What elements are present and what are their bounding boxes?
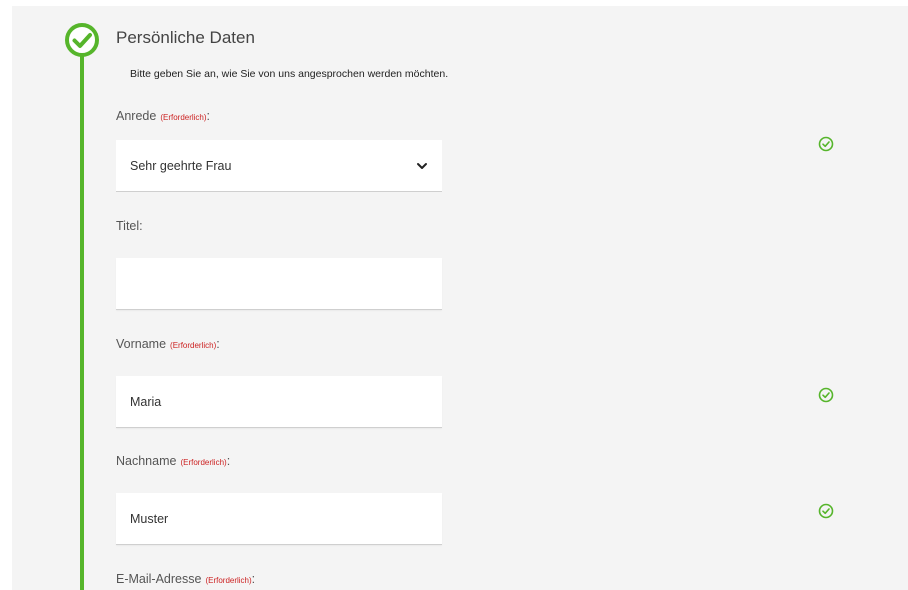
anrede-label-text: Anrede — [116, 109, 157, 123]
vorname-input[interactable] — [116, 376, 442, 428]
nachname-required-hint: (Erforderlich) — [180, 458, 227, 467]
section-description: Bitte geben Sie an, wie Sie von uns ange… — [130, 68, 449, 80]
step-progress-line — [80, 54, 84, 590]
nachname-label: Nachname (Erforderlich): — [116, 454, 230, 468]
anrede-valid-check-icon — [818, 136, 834, 152]
step-complete-check-icon — [65, 23, 99, 57]
email-required-hint: (Erforderlich) — [205, 576, 252, 585]
section-title: Persönliche Daten — [116, 28, 255, 47]
vorname-label: Vorname (Erforderlich): — [116, 337, 220, 351]
vorname-required-hint: (Erforderlich) — [170, 341, 217, 350]
anrede-label: Anrede (Erforderlich): — [116, 109, 210, 123]
anrede-label-colon: : — [206, 109, 211, 123]
titel-label: Titel: — [116, 219, 143, 233]
email-label: E-Mail-Adresse (Erforderlich): — [116, 572, 255, 586]
anrede-selected-value: Sehr geehrte Frau — [130, 158, 232, 173]
nachname-valid-check-icon — [818, 503, 834, 519]
form-page: Persönliche Daten Bitte geben Sie an, wi… — [12, 6, 908, 590]
vorname-label-text: Vorname — [116, 337, 167, 351]
chevron-down-icon — [417, 162, 427, 169]
nachname-label-colon: : — [226, 454, 231, 468]
anrede-select[interactable]: Sehr geehrte Frau — [116, 140, 442, 192]
email-label-colon: : — [251, 572, 256, 586]
vorname-valid-check-icon — [818, 387, 834, 403]
nachname-input[interactable] — [116, 493, 442, 545]
vorname-label-colon: : — [216, 337, 220, 351]
anrede-required-hint: (Erforderlich) — [160, 113, 207, 122]
email-label-text: E-Mail-Adresse — [116, 572, 202, 586]
nachname-label-text: Nachname — [116, 454, 177, 468]
titel-input[interactable] — [116, 258, 442, 310]
